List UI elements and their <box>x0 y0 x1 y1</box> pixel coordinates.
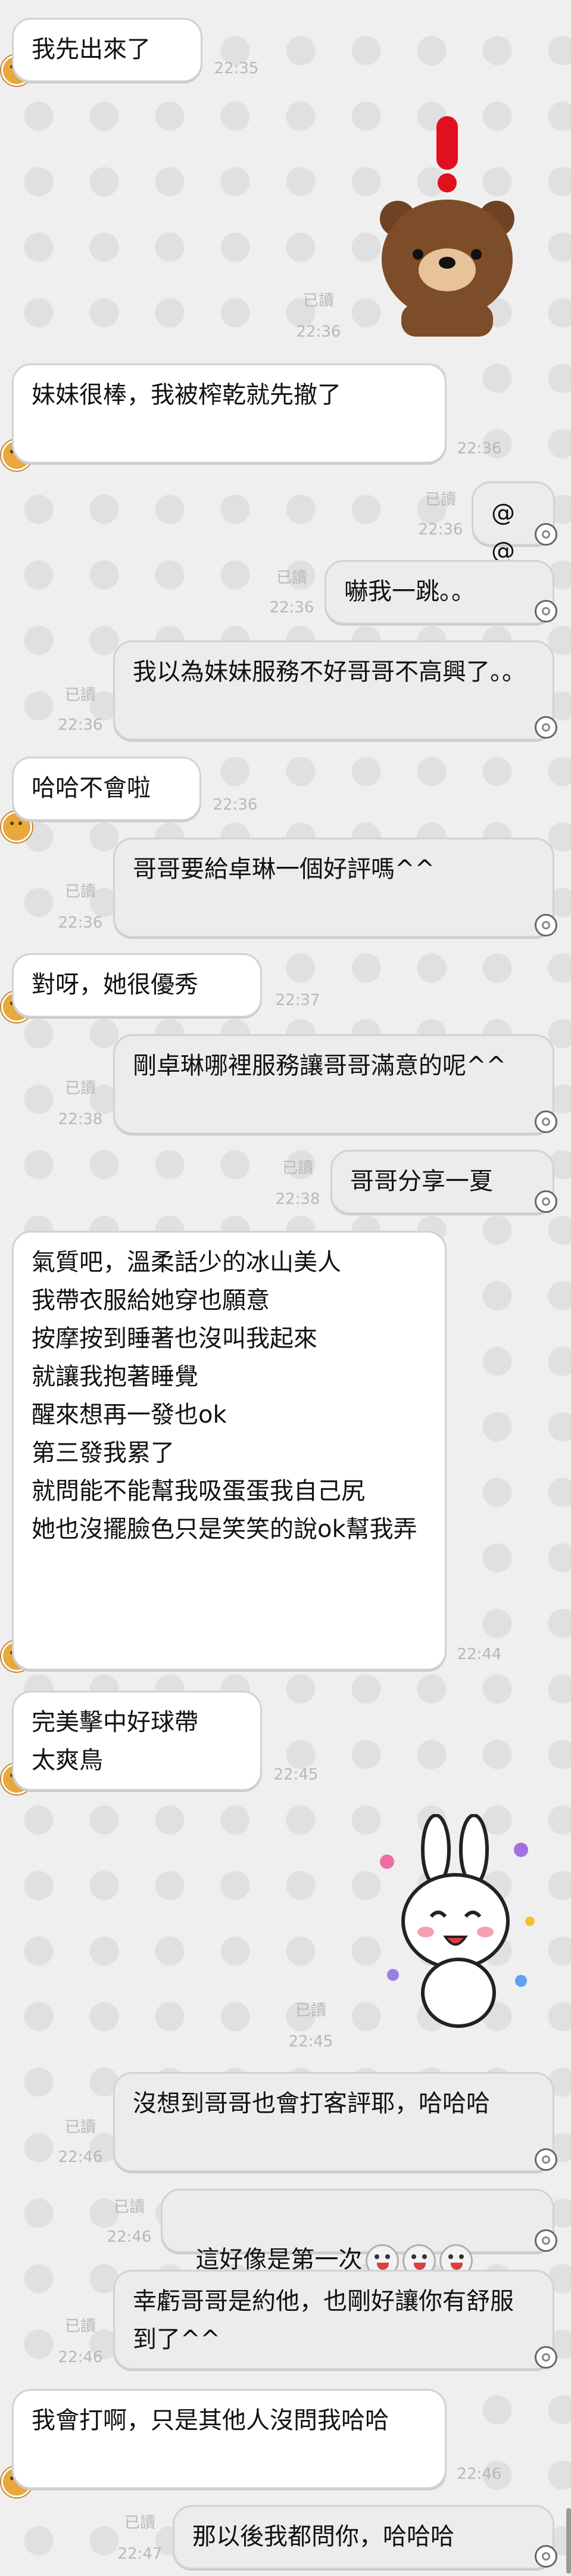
message-bubble-outgoing[interactable]: 沒想到哥哥也會打客評耶，哈哈哈 <box>113 2072 554 2172</box>
message-time: 22:46 <box>58 2148 103 2166</box>
message-bubble-incoming[interactable]: 我先出來了 <box>12 18 202 82</box>
read-receipt: 已讀 <box>302 292 334 310</box>
message-time: 22:38 <box>58 1110 103 1128</box>
message-time: 22:36 <box>58 716 103 734</box>
read-receipt: 已讀 <box>425 491 456 509</box>
message-bubble-incoming[interactable]: 完美擊中好球帶 太爽鳥 <box>12 1691 262 1791</box>
sent-mark-icon <box>535 1110 557 1133</box>
message-time: 22:45 <box>273 1766 319 1784</box>
message-bubble-outgoing[interactable]: 嚇我一跳。。 <box>324 560 554 624</box>
sent-mark-icon <box>535 716 557 739</box>
message-time: 22:37 <box>275 991 320 1009</box>
scrollbar[interactable] <box>566 2508 571 2574</box>
read-receipt: 已讀 <box>295 2002 326 2020</box>
read-receipt: 已讀 <box>64 883 96 901</box>
message-time: 22:36 <box>269 599 314 617</box>
sent-mark-icon <box>535 600 557 623</box>
message-time: 22:45 <box>288 2033 333 2051</box>
read-receipt: 已讀 <box>64 2317 96 2335</box>
message-time: 22:38 <box>275 1190 320 1208</box>
read-receipt: 已讀 <box>124 2514 155 2532</box>
message-time: 22:46 <box>107 2228 152 2246</box>
message-bubble-outgoing[interactable]: 幸虧哥哥是約他，也剛好讓你有舒服到了^^ <box>113 2270 554 2370</box>
message-bubble-outgoing[interactable]: 那以後我都問你，哈哈哈 <box>173 2505 554 2569</box>
sent-mark-icon <box>535 2148 557 2171</box>
read-receipt: 已讀 <box>282 1159 313 1177</box>
brown-bear-exclamation-sticker[interactable] <box>375 116 524 337</box>
message-time: 22:36 <box>418 521 463 539</box>
message-bubble-incoming[interactable]: 對呀，她很優秀 <box>12 953 262 1018</box>
message-time: 22:36 <box>296 323 341 341</box>
read-receipt: 已讀 <box>64 686 96 704</box>
sent-mark-icon <box>535 2545 557 2568</box>
read-receipt: 已讀 <box>276 569 307 587</box>
message-bubble-incoming[interactable]: 我會打啊，只是其他人沒問我哈哈 <box>12 2389 447 2489</box>
message-bubble-incoming[interactable]: 哈哈不會啦 <box>12 757 201 821</box>
message-time: 22:44 <box>457 1645 502 1663</box>
message-bubble-outgoing[interactable]: 我以為妹妹服務不好哥哥不高興了。。 <box>113 640 554 741</box>
message-bubble-outgoing[interactable]: 哥哥要給卓琳一個好評嗎^^ <box>113 838 554 938</box>
message-bubble-incoming[interactable]: 氣質吧，溫柔話少的冰山美人 我帶衣服給她穿也願意 按摩按到睡著也沒叫我起來 就讓… <box>12 1231 447 1670</box>
message-time: 22:36 <box>457 440 502 458</box>
sent-mark-icon <box>535 914 557 937</box>
message-time: 22:46 <box>457 2465 502 2483</box>
read-receipt: 已讀 <box>113 2198 145 2216</box>
message-time: 22:36 <box>58 914 103 932</box>
sent-mark-icon <box>535 1190 557 1213</box>
message-bubble-incoming[interactable]: 妹妹很棒，我被榨乾就先撤了 <box>12 363 447 463</box>
sent-mark-icon <box>535 523 557 546</box>
sent-mark-icon <box>535 2346 557 2369</box>
message-bubble-outgoing[interactable]: 哥哥分享一夏 <box>330 1150 554 1214</box>
message-time: 22:46 <box>58 2348 103 2366</box>
message-bubble-outgoing[interactable]: 這好像是第一次 <box>161 2189 554 2278</box>
sent-mark-icon <box>535 2229 557 2252</box>
cony-bunny-dancing-sticker[interactable] <box>369 1813 542 2040</box>
message-time: 22:35 <box>214 60 259 77</box>
message-bubble-outgoing[interactable]: 剛卓琳哪裡服務讓哥哥滿意的呢^^ <box>113 1034 554 1134</box>
read-receipt: 已讀 <box>64 1079 96 1097</box>
read-receipt: 已讀 <box>64 2118 96 2136</box>
message-time: 22:36 <box>213 796 258 814</box>
message-time: 22:47 <box>117 2545 163 2563</box>
